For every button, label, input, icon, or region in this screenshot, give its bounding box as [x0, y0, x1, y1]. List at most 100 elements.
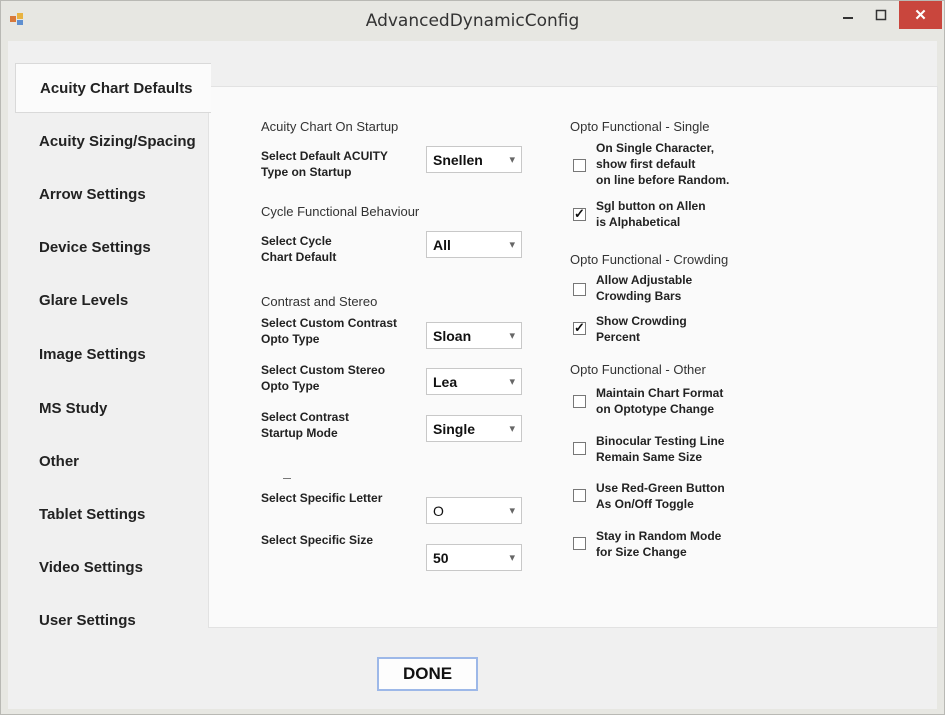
adjustable-crowding-label-line2: Crowding Bars — [596, 289, 682, 303]
acuity-type-label: Select Default ACUITY Type on Startup — [261, 148, 388, 180]
sgl-allen-checkbox[interactable]: ✓ — [573, 206, 586, 221]
acuity-type-select[interactable]: Snellen ▾ — [426, 146, 522, 173]
tab-user-settings[interactable]: User Settings — [15, 595, 211, 645]
title-bar[interactable]: AdvancedDynamicConfig ✕ — [1, 1, 944, 41]
random-mode-label: Stay in Random Mode for Size Change — [596, 528, 721, 560]
startup-mode-label-line1: Select Contrast — [261, 410, 350, 424]
binocular-label-line2: Remain Same Size — [596, 450, 703, 464]
maximize-icon — [875, 9, 887, 21]
maximize-button[interactable] — [866, 1, 896, 29]
minimize-icon — [843, 17, 853, 19]
startup-mode-select[interactable]: Single ▾ — [426, 415, 522, 442]
tab-other[interactable]: Other — [15, 436, 211, 486]
acuity-type-value: Snellen — [433, 152, 483, 168]
contrast-opto-label-line2: Opto Type — [261, 332, 320, 346]
single-char-label-line2: show first default — [596, 157, 696, 171]
group-opto-functional-single: Opto Functional - Single — [570, 119, 710, 134]
acuity-type-label-line1: Select Default ACUITY — [261, 149, 388, 163]
adjustable-crowding-label: Allow Adjustable Crowding Bars — [596, 272, 692, 304]
checkmark-icon: ✓ — [574, 320, 585, 335]
maintain-format-label: Maintain Chart Format on Optotype Change — [596, 385, 723, 417]
acuity-type-label-line2: Type on Startup — [261, 165, 352, 179]
window: AdvancedDynamicConfig ✕ Acuity Chart Def… — [0, 0, 945, 715]
stereo-opto-label-line2: Opto Type — [261, 379, 320, 393]
cycle-chart-label-line2: Chart Default — [261, 250, 337, 264]
tab-glare-levels[interactable]: Glare Levels — [15, 275, 211, 325]
sgl-allen-label-line2: is Alphabetical — [596, 215, 681, 229]
tab-device-settings[interactable]: Device Settings — [15, 222, 211, 272]
sgl-allen-label: Sgl button on Allen is Alphabetical — [596, 198, 706, 230]
adjustable-crowding-checkbox[interactable] — [573, 283, 586, 296]
sgl-allen-label-line1: Sgl button on Allen — [596, 199, 706, 213]
cycle-chart-label-line1: Select Cycle — [261, 234, 332, 248]
window-title: AdvancedDynamicConfig — [365, 11, 580, 31]
show-crowding-label: Show Crowding Percent — [596, 313, 687, 345]
single-char-label-line1: On Single Character, — [596, 141, 715, 155]
stereo-opto-label-line1: Select Custom Stereo — [261, 363, 386, 377]
contrast-opto-value: Sloan — [433, 328, 472, 344]
group-cycle-functional-behaviour: Cycle Functional Behaviour — [261, 204, 420, 219]
tab-image-settings[interactable]: Image Settings — [15, 329, 211, 379]
tab-acuity-sizing-spacing[interactable]: Acuity Sizing/Spacing — [15, 116, 211, 166]
cycle-chart-select[interactable]: All ▾ — [426, 231, 522, 258]
maintain-format-label-line2: on Optotype Change — [596, 402, 714, 416]
tab-arrow-settings[interactable]: Arrow Settings — [15, 169, 211, 219]
specific-size-value: 50 — [433, 550, 449, 566]
red-green-label: Use Red-Green Button As On/Off Toggle — [596, 480, 725, 512]
close-button[interactable]: ✕ — [899, 1, 942, 29]
specific-letter-label: Select Specific Letter — [261, 491, 383, 505]
adjustable-crowding-label-line1: Allow Adjustable — [596, 273, 693, 287]
cycle-chart-label: Select Cycle Chart Default — [261, 233, 336, 265]
maintain-format-checkbox[interactable] — [573, 395, 586, 408]
show-crowding-label-line1: Show Crowding — [596, 314, 687, 328]
separator-mark — [283, 478, 291, 479]
specific-letter-select[interactable]: O ▾ — [426, 497, 522, 524]
done-button[interactable]: DONE — [377, 657, 478, 691]
single-char-checkbox[interactable] — [573, 159, 586, 172]
stereo-opto-label: Select Custom Stereo Opto Type — [261, 362, 385, 394]
single-char-label-line3: on line before Random. — [596, 173, 730, 187]
startup-mode-label-line2: Startup Mode — [261, 426, 338, 440]
minimize-button[interactable] — [833, 1, 863, 29]
specific-size-label: Select Specific Size — [261, 533, 374, 547]
group-opto-functional-other: Opto Functional - Other — [570, 362, 706, 377]
contrast-opto-select[interactable]: Sloan ▾ — [426, 322, 522, 349]
chevron-down-icon: ▾ — [509, 505, 515, 517]
startup-mode-label: Select Contrast Startup Mode — [261, 409, 349, 441]
chevron-down-icon: ▾ — [509, 423, 515, 435]
checkmark-icon: ✓ — [574, 206, 585, 221]
show-crowding-label-line2: Percent — [596, 330, 641, 344]
tab-tablet-settings[interactable]: Tablet Settings — [15, 489, 211, 539]
random-mode-label-line1: Stay in Random Mode — [596, 529, 722, 543]
group-opto-functional-crowding: Opto Functional - Crowding — [570, 252, 729, 267]
specific-size-select[interactable]: 50 ▾ — [426, 544, 522, 571]
stereo-opto-select[interactable]: Lea ▾ — [426, 368, 522, 395]
close-icon: ✕ — [914, 7, 927, 24]
tab-video-settings[interactable]: Video Settings — [15, 542, 211, 592]
startup-mode-value: Single — [433, 421, 476, 437]
tab-acuity-chart-defaults[interactable]: Acuity Chart Defaults — [15, 63, 211, 113]
stereo-opto-value: Lea — [433, 374, 458, 390]
chevron-down-icon: ▾ — [509, 376, 515, 388]
group-contrast-and-stereo: Contrast and Stereo — [261, 294, 378, 309]
red-green-label-line2: As On/Off Toggle — [596, 497, 694, 511]
single-char-label: On Single Character, show first default … — [596, 140, 729, 188]
random-mode-checkbox[interactable] — [573, 537, 586, 550]
show-crowding-checkbox[interactable]: ✓ — [573, 320, 586, 335]
random-mode-label-line2: for Size Change — [596, 545, 687, 559]
group-acuity-chart-on-startup: Acuity Chart On Startup — [261, 119, 399, 134]
contrast-opto-label-line1: Select Custom Contrast — [261, 316, 398, 330]
binocular-checkbox[interactable] — [573, 442, 586, 455]
red-green-checkbox[interactable] — [573, 489, 586, 502]
chevron-down-icon: ▾ — [509, 154, 515, 166]
contrast-opto-label: Select Custom Contrast Opto Type — [261, 315, 397, 347]
red-green-label-line1: Use Red-Green Button — [596, 481, 725, 495]
tab-ms-study[interactable]: MS Study — [15, 383, 211, 433]
specific-letter-value: O — [433, 503, 444, 519]
binocular-label-line1: Binocular Testing Line — [596, 434, 725, 448]
maintain-format-label-line1: Maintain Chart Format — [596, 386, 724, 400]
binocular-label: Binocular Testing Line Remain Same Size — [596, 433, 724, 465]
chevron-down-icon: ▾ — [509, 330, 515, 342]
cycle-chart-value: All — [433, 237, 451, 253]
chevron-down-icon: ▾ — [509, 552, 515, 564]
